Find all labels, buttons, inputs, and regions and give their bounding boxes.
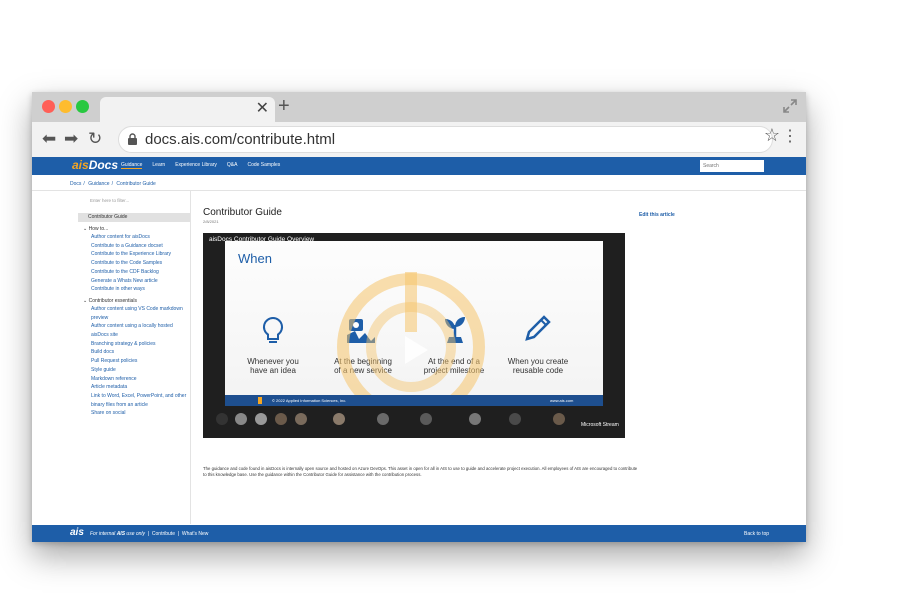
edit-article-link[interactable]: Edit this article [639, 212, 675, 218]
loading-watermark-icon [337, 272, 485, 406]
video-slide: When Whenever you have an idea At the be… [225, 241, 603, 406]
toc-item[interactable]: Author content for aisDocs [78, 233, 190, 242]
breadcrumb-docs[interactable]: Docs [70, 181, 81, 187]
toc-group1-items: Author content for aisDocs Contribute to … [78, 233, 190, 294]
breadcrumb-current[interactable]: Contributor Guide [116, 181, 155, 187]
close-tab-icon[interactable]: ✕ [256, 100, 269, 118]
maximize-window-button[interactable] [76, 100, 89, 113]
bookmark-star-icon[interactable]: ☆ [764, 125, 780, 145]
url-field[interactable]: docs.ais.com/contribute.html [118, 126, 773, 153]
lock-icon [127, 133, 138, 151]
new-tab-icon[interactable]: + [278, 96, 290, 116]
toc-group2-items: Author content using VS Code markdown pr… [78, 305, 190, 418]
site-nav: Guidance Learn Experience Library Q&A Co… [121, 162, 280, 169]
microsoft-stream-label: Microsoft Stream [581, 422, 619, 428]
participant-avatar [333, 413, 345, 425]
sidebar-divider [190, 191, 191, 524]
footer-whats-new-link[interactable]: What's New [182, 531, 209, 537]
participant-avatar [377, 413, 389, 425]
divider [32, 190, 806, 191]
play-icon[interactable] [401, 333, 431, 367]
site-header: aisDocs Guidance Learn Experience Librar… [32, 157, 806, 175]
toc-item[interactable]: Article metadata [78, 383, 190, 392]
footer-logo: ais [70, 527, 84, 538]
toc-item[interactable]: Contribute to the Experience Library [78, 250, 190, 259]
back-to-top-link[interactable]: Back to top [744, 531, 769, 537]
site-footer: ais For internal AIS use only | Contribu… [32, 525, 806, 542]
toc-item[interactable]: Branching strategy & policies [78, 340, 190, 349]
site-search-input[interactable] [700, 160, 764, 172]
toc-group-essentials[interactable]: ⌄ Contributor essentials [83, 298, 190, 304]
participant-strip [209, 411, 619, 433]
nav-guidance[interactable]: Guidance [121, 162, 143, 169]
toc-sidebar: Enter here to filter... Contributor Guid… [78, 198, 190, 418]
slide-heading: When [238, 251, 272, 266]
toc-item[interactable]: Author content using a locally hosted ai… [78, 322, 190, 339]
footer-text: For internal AIS use only | Contribute |… [90, 531, 209, 537]
toc-item[interactable]: Contribute to the CDF Backlog [78, 268, 190, 277]
more-menu-icon[interactable]: ⋮ [782, 128, 798, 146]
nav-learn[interactable]: Learn [152, 162, 165, 169]
toc-item[interactable]: Author content using VS Code markdown pr… [78, 305, 190, 322]
toc-item[interactable]: Pull Request policies [78, 357, 190, 366]
participant-avatar [216, 413, 228, 425]
nav-code-samples[interactable]: Code Samples [247, 162, 280, 169]
browser-tab[interactable]: ✕ [100, 97, 275, 122]
participant-avatar [235, 413, 247, 425]
browser-window: ✕ + ⬅ ➡ ↻ docs.ais.com/contribute.html ☆… [32, 92, 806, 542]
page-title: Contributor Guide [203, 207, 282, 218]
lightbulb-icon [262, 316, 284, 343]
site-logo[interactable]: aisDocs [72, 158, 118, 172]
participant-avatar [275, 413, 287, 425]
reload-icon[interactable]: ↻ [88, 129, 102, 149]
breadcrumb: Docs / Guidance / Contributor Guide [70, 181, 156, 187]
toc-item[interactable]: Build docs [78, 348, 190, 357]
participant-avatar [553, 413, 565, 425]
back-arrow-icon[interactable]: ⬅ [42, 129, 56, 149]
participant-avatar [255, 413, 267, 425]
toc-item-selected[interactable]: Contributor Guide [78, 213, 190, 222]
video-player[interactable]: When Whenever you have an idea At the be… [203, 233, 625, 438]
toc-item[interactable]: Contribute to the Code Samples [78, 259, 190, 268]
video-title: aisDocs Contributor Guide Overview [209, 236, 315, 243]
address-bar: ⬅ ➡ ↻ docs.ais.com/contribute.html ☆ ⋮ [32, 122, 806, 157]
nav-experience-library[interactable]: Experience Library [175, 162, 217, 169]
toc-item[interactable]: Style guide [78, 366, 190, 375]
participant-avatar [420, 413, 432, 425]
slide-footer: © 2022 Applied Information Sciences, Inc… [225, 395, 603, 406]
tab-bar: ✕ + [32, 92, 806, 122]
participant-avatar [509, 413, 521, 425]
toc-item[interactable]: Link to Word, Excel, PowerPoint, and oth… [78, 392, 190, 409]
breadcrumb-guidance[interactable]: Guidance [88, 181, 109, 187]
forward-arrow-icon[interactable]: ➡ [64, 129, 78, 149]
participant-avatar [295, 413, 307, 425]
fullscreen-icon[interactable] [782, 98, 798, 119]
pencil-icon [525, 315, 551, 341]
toc-item[interactable]: Markdown reference [78, 375, 190, 384]
toc-item[interactable]: Generate a Whats New article [78, 277, 190, 286]
nav-qa[interactable]: Q&A [227, 162, 238, 169]
toc-item[interactable]: Share on social [78, 409, 190, 418]
article-description: The guidance and code found in aisDocs i… [203, 466, 638, 477]
toc-group-how-to[interactable]: ⌄ How to... [83, 226, 190, 232]
toc-filter-input[interactable]: Enter here to filter... [90, 198, 190, 203]
slide-url: www.ais.com [550, 398, 574, 403]
minimize-window-button[interactable] [59, 100, 72, 113]
toc-item[interactable]: Contribute to a Guidance docset [78, 242, 190, 251]
footer-contribute-link[interactable]: Contribute [152, 531, 175, 537]
participant-avatar [469, 413, 481, 425]
toc-item[interactable]: Contribute in other ways [78, 285, 190, 294]
slide-copyright: © 2022 Applied Information Sciences, Inc… [272, 398, 347, 403]
url-text: docs.ais.com/contribute.html [145, 131, 336, 148]
close-window-button[interactable] [42, 100, 55, 113]
article-date: 2/8/2021 [203, 219, 219, 224]
ais-mark-icon [258, 397, 262, 404]
